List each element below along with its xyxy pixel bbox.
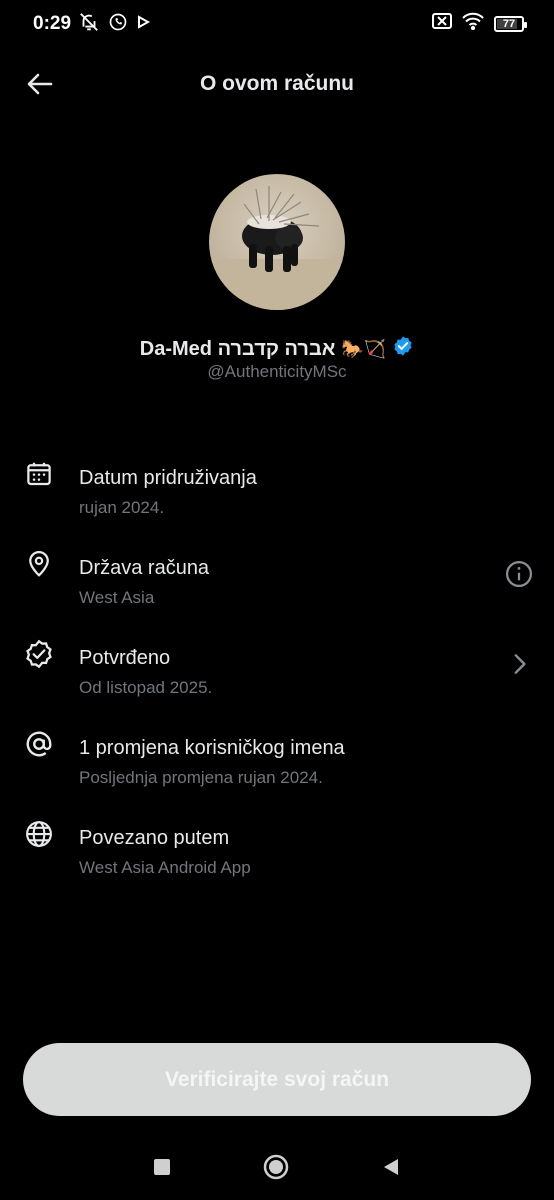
- info-icon[interactable]: [502, 557, 536, 591]
- calendar-icon: [22, 457, 56, 491]
- avatar[interactable]: [209, 174, 345, 310]
- verified-badge-icon: [22, 637, 56, 671]
- info-row-username-changes: 1 promjena korisničkog imena Posljednja …: [0, 715, 554, 795]
- verify-account-button[interactable]: Verificirajte svoj račun: [23, 1043, 531, 1116]
- battery-percent: 77: [502, 17, 516, 30]
- status-left-icons: [78, 11, 151, 38]
- at-sign-icon: [22, 727, 56, 761]
- account-country-title: Država računa: [79, 557, 210, 579]
- recents-square-icon[interactable]: [154, 1159, 170, 1175]
- wifi-icon: [462, 12, 484, 35]
- system-nav-bar: [0, 1140, 554, 1200]
- info-row-connected-via: Povezano putem West Asia Android App: [0, 805, 554, 885]
- back-triangle-icon[interactable]: [381, 1157, 401, 1177]
- no-sim-icon: [432, 13, 452, 34]
- info-row-join-date: Datum pridruživanja rujan 2024.: [0, 445, 554, 525]
- home-circle-icon[interactable]: [263, 1154, 289, 1180]
- join-date-title: Datum pridruživanja: [79, 467, 257, 489]
- notifications-off-icon: [78, 11, 100, 38]
- battery-icon: 77: [494, 15, 527, 32]
- location-pin-icon: [22, 547, 56, 581]
- account-country-value: West Asia: [79, 588, 155, 607]
- status-bar: 0:29 77: [0, 0, 554, 48]
- verified-since-value: Od listopad 2025.: [79, 678, 213, 697]
- play-icon: [136, 14, 151, 34]
- display-name-row: Da-Med אברה קדברה 🐎🏹: [0, 335, 554, 363]
- display-name: Da-Med אברה קדברה: [139, 337, 336, 360]
- verified-check-icon: [392, 335, 414, 363]
- verified-title: Potvrđeno: [79, 647, 171, 669]
- page-title: O ovom računu: [199, 72, 355, 95]
- status-time: 0:29: [33, 13, 72, 34]
- info-row-verified[interactable]: Potvrđeno Od listopad 2025.: [0, 625, 554, 705]
- avatar-image: [209, 174, 345, 310]
- info-row-account-country: Država računa West Asia: [0, 535, 554, 615]
- connected-via-title: Povezano putem: [79, 827, 230, 849]
- username-changes-value: Posljednja promjena rujan 2024.: [79, 768, 323, 787]
- join-date-value: rujan 2024.: [79, 498, 165, 517]
- status-right-icons: 77: [432, 12, 527, 35]
- username-changes-title: 1 promjena korisničkog imena: [79, 737, 345, 759]
- whatsapp-icon: [108, 12, 128, 37]
- connected-via-value: West Asia Android App: [79, 858, 251, 877]
- name-emoji: 🐎🏹: [341, 338, 387, 359]
- header: O ovom računu: [0, 58, 554, 112]
- chevron-right-icon[interactable]: [502, 647, 536, 681]
- user-handle: @AuthenticityMSc: [207, 362, 347, 381]
- globe-icon: [22, 817, 56, 851]
